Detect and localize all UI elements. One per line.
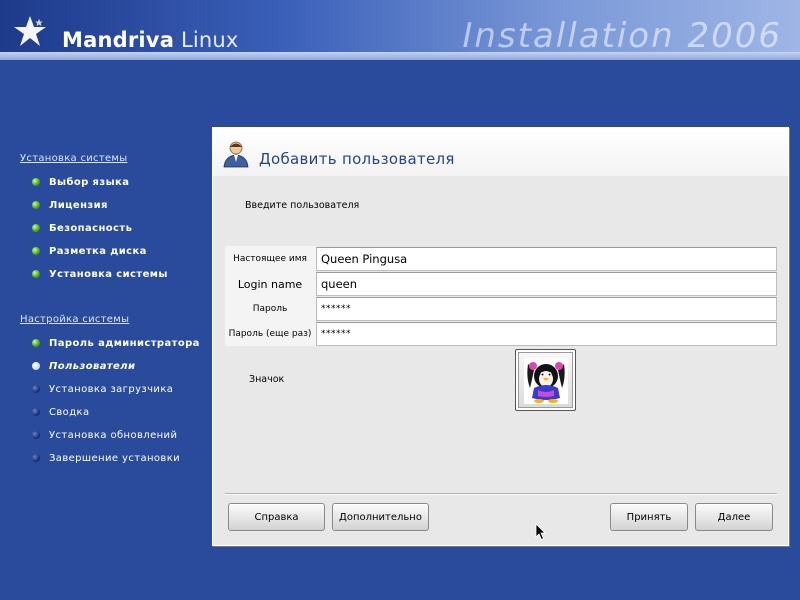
step-label: Завершение установки: [49, 452, 181, 464]
step-label: Пароль администратора: [49, 337, 200, 349]
avatar-select-button[interactable]: [515, 349, 576, 411]
password-again-label: Пароль (еще раз): [228, 329, 312, 339]
icon-label: Значок: [249, 374, 285, 385]
step-todo-icon: [32, 385, 40, 393]
accept-button[interactable]: Принять: [610, 503, 688, 531]
advanced-button[interactable]: Дополнительно: [332, 503, 429, 531]
step-done-icon: [32, 201, 40, 209]
step-todo-icon: [32, 454, 40, 462]
sidebar-step-install-system: Установка системы: [32, 267, 168, 281]
step-label: Установка загрузчика: [49, 383, 174, 395]
sidebar-step-root-password: Пароль администратора: [32, 336, 200, 350]
button-separator: [225, 493, 777, 495]
password-input[interactable]: ******: [316, 297, 777, 321]
banner-stripe: [0, 52, 800, 60]
dialog-title: Добавить пользователя: [259, 150, 455, 168]
step-label: Установка обновлений: [49, 429, 178, 441]
installation-title: Installation 2006: [462, 16, 782, 56]
login-row: Login name queen: [225, 272, 777, 296]
sidebar-step-users: Пользователи: [32, 359, 135, 373]
step-label: Выбор языка: [49, 176, 130, 188]
user-icon: [223, 141, 249, 168]
step-done-icon: [32, 224, 40, 232]
password-label: Пароль: [252, 304, 288, 314]
sidebar-step-language: Выбор языка: [32, 175, 129, 189]
sidebar-section-configure: Настройка системы: [20, 314, 130, 325]
mandriva-star-icon: [14, 16, 46, 46]
prompt-text: Введите пользователя: [245, 200, 360, 211]
sidebar-step-summary: Сводка: [32, 405, 89, 419]
sidebar-section-install: Установка системы: [20, 153, 128, 164]
logo-text: Mandriva Linux: [62, 28, 239, 52]
real-name-input[interactable]: Queen Pingusa: [316, 247, 777, 271]
password-again-row: Пароль (еще раз) ******: [225, 322, 777, 346]
logo-brand: Mandriva: [62, 28, 175, 52]
step-todo-icon: [32, 431, 40, 439]
help-button[interactable]: Справка: [228, 503, 325, 531]
step-done-icon: [32, 178, 40, 186]
header-banner: Mandriva Linux Installation 2006: [0, 0, 800, 60]
add-user-dialog: Добавить пользователя Введите пользовате…: [212, 127, 789, 546]
step-label: Разметка диска: [49, 245, 147, 257]
step-label: Пользователи: [49, 360, 136, 372]
sidebar-step-security: Безопасность: [32, 221, 132, 235]
step-done-icon: [32, 339, 40, 347]
penguin-avatar-icon: [524, 358, 568, 404]
step-label: Сводка: [49, 406, 90, 418]
sidebar-step-updates: Установка обновлений: [32, 428, 177, 442]
password-again-input[interactable]: ******: [316, 322, 777, 346]
step-label: Установка системы: [49, 268, 168, 280]
sidebar-step-bootloader: Установка загрузчика: [32, 382, 173, 396]
step-label: Безопасность: [49, 222, 133, 234]
logo-product: Linux: [174, 28, 239, 52]
step-label: Лицензия: [49, 199, 108, 211]
next-button[interactable]: Далее: [695, 503, 773, 531]
step-current-icon: [32, 362, 40, 370]
sidebar-step-partitioning: Разметка диска: [32, 244, 147, 258]
step-todo-icon: [32, 408, 40, 416]
password-row: Пароль ******: [225, 297, 777, 321]
sidebar-step-finish: Завершение установки: [32, 451, 180, 465]
step-done-icon: [32, 270, 40, 278]
dialog-header: Добавить пользователя: [213, 128, 788, 176]
mouse-pointer-icon: [535, 523, 546, 541]
step-done-icon: [32, 247, 40, 255]
real-name-label: Настоящее имя: [233, 254, 307, 264]
login-label: Login name: [237, 277, 303, 291]
login-input[interactable]: queen: [316, 272, 777, 296]
real-name-row: Настоящее имя Queen Pingusa: [225, 247, 777, 271]
sidebar-step-license: Лицензия: [32, 198, 108, 212]
